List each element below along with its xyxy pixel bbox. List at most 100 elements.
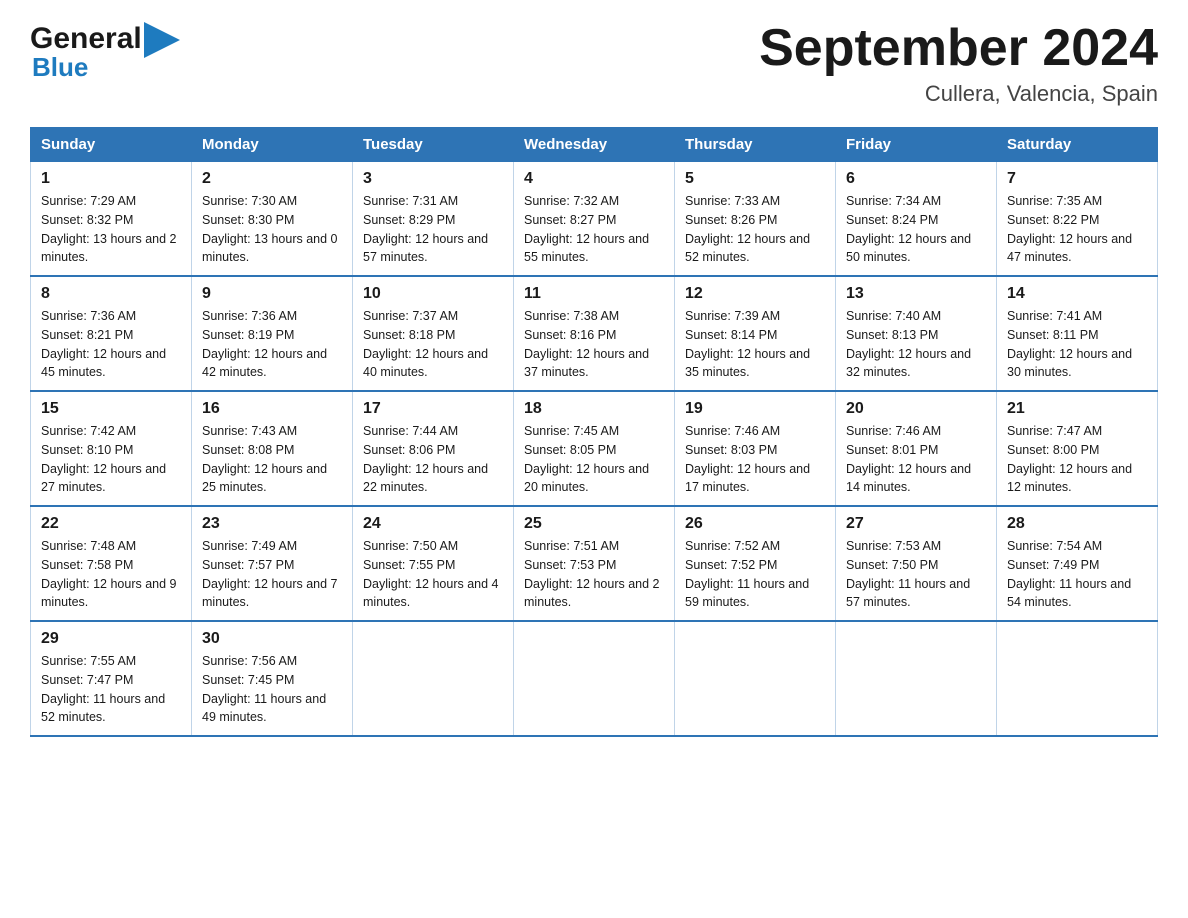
calendar-day-cell: 7 Sunrise: 7:35 AMSunset: 8:22 PMDaylight… [997, 162, 1158, 277]
calendar-day-cell [836, 621, 997, 736]
day-info: Sunrise: 7:47 AMSunset: 8:00 PMDaylight:… [1007, 422, 1147, 497]
calendar-header-row: SundayMondayTuesdayWednesdayThursdayFrid… [31, 128, 1158, 162]
calendar-week-row: 29 Sunrise: 7:55 AMSunset: 7:47 PMDayligh… [31, 621, 1158, 736]
calendar-day-cell: 28 Sunrise: 7:54 AMSunset: 7:49 PMDayligh… [997, 506, 1158, 621]
column-header-tuesday: Tuesday [353, 128, 514, 162]
day-number: 14 [1007, 285, 1147, 303]
calendar-day-cell: 24 Sunrise: 7:50 AMSunset: 7:55 PMDayligh… [353, 506, 514, 621]
day-number: 19 [685, 400, 825, 418]
day-info: Sunrise: 7:31 AMSunset: 8:29 PMDaylight:… [363, 192, 503, 267]
calendar-day-cell: 16 Sunrise: 7:43 AMSunset: 8:08 PMDayligh… [192, 391, 353, 506]
column-header-thursday: Thursday [675, 128, 836, 162]
calendar-table: SundayMondayTuesdayWednesdayThursdayFrid… [30, 127, 1158, 737]
day-number: 7 [1007, 170, 1147, 188]
day-info: Sunrise: 7:40 AMSunset: 8:13 PMDaylight:… [846, 307, 986, 382]
day-info: Sunrise: 7:48 AMSunset: 7:58 PMDaylight:… [41, 537, 181, 612]
day-number: 3 [363, 170, 503, 188]
calendar-day-cell: 26Sunrise: 7:52 AMSunset: 7:52 PMDayligh… [675, 506, 836, 621]
day-info: Sunrise: 7:54 AMSunset: 7:49 PMDaylight:… [1007, 537, 1147, 612]
calendar-day-cell: 13 Sunrise: 7:40 AMSunset: 8:13 PMDayligh… [836, 276, 997, 391]
day-info: Sunrise: 7:55 AMSunset: 7:47 PMDaylight:… [41, 652, 181, 727]
day-number: 11 [524, 285, 664, 303]
calendar-day-cell: 18 Sunrise: 7:45 AMSunset: 8:05 PMDayligh… [514, 391, 675, 506]
calendar-day-cell: 23Sunrise: 7:49 AMSunset: 7:57 PMDayligh… [192, 506, 353, 621]
day-info: Sunrise: 7:30 AMSunset: 8:30 PMDaylight:… [202, 192, 342, 267]
logo-arrow-icon [144, 22, 180, 58]
day-number: 29 [41, 630, 181, 648]
calendar-day-cell: 6 Sunrise: 7:34 AMSunset: 8:24 PMDaylight… [836, 162, 997, 277]
day-number: 25 [524, 515, 664, 533]
day-info: Sunrise: 7:44 AMSunset: 8:06 PMDaylight:… [363, 422, 503, 497]
day-number: 9 [202, 285, 342, 303]
calendar-day-cell: 11 Sunrise: 7:38 AMSunset: 8:16 PMDayligh… [514, 276, 675, 391]
day-info: Sunrise: 7:52 AMSunset: 7:52 PMDaylight:… [685, 537, 825, 612]
calendar-day-cell: 12Sunrise: 7:39 AMSunset: 8:14 PMDayligh… [675, 276, 836, 391]
day-info: Sunrise: 7:29 AMSunset: 8:32 PMDaylight:… [41, 192, 181, 267]
day-info: Sunrise: 7:35 AMSunset: 8:22 PMDaylight:… [1007, 192, 1147, 267]
day-info: Sunrise: 7:46 AMSunset: 8:03 PMDaylight:… [685, 422, 825, 497]
day-number: 15 [41, 400, 181, 418]
calendar-day-cell: 30Sunrise: 7:56 AMSunset: 7:45 PMDayligh… [192, 621, 353, 736]
calendar-day-cell: 20 Sunrise: 7:46 AMSunset: 8:01 PMDayligh… [836, 391, 997, 506]
day-number: 17 [363, 400, 503, 418]
day-number: 20 [846, 400, 986, 418]
day-info: Sunrise: 7:37 AMSunset: 8:18 PMDaylight:… [363, 307, 503, 382]
page-title: September 2024 [759, 20, 1158, 77]
day-info: Sunrise: 7:42 AMSunset: 8:10 PMDaylight:… [41, 422, 181, 497]
calendar-week-row: 15 Sunrise: 7:42 AMSunset: 8:10 PMDayligh… [31, 391, 1158, 506]
day-info: Sunrise: 7:38 AMSunset: 8:16 PMDaylight:… [524, 307, 664, 382]
day-number: 1 [41, 170, 181, 188]
column-header-wednesday: Wednesday [514, 128, 675, 162]
calendar-day-cell [997, 621, 1158, 736]
calendar-day-cell: 19 Sunrise: 7:46 AMSunset: 8:03 PMDayligh… [675, 391, 836, 506]
day-info: Sunrise: 7:36 AMSunset: 8:19 PMDaylight:… [202, 307, 342, 382]
day-number: 13 [846, 285, 986, 303]
column-header-sunday: Sunday [31, 128, 192, 162]
calendar-day-cell: 9 Sunrise: 7:36 AMSunset: 8:19 PMDaylight… [192, 276, 353, 391]
day-info: Sunrise: 7:41 AMSunset: 8:11 PMDaylight:… [1007, 307, 1147, 382]
day-info: Sunrise: 7:45 AMSunset: 8:05 PMDaylight:… [524, 422, 664, 497]
day-info: Sunrise: 7:34 AMSunset: 8:24 PMDaylight:… [846, 192, 986, 267]
calendar-day-cell: 21 Sunrise: 7:47 AMSunset: 8:00 PMDayligh… [997, 391, 1158, 506]
day-info: Sunrise: 7:32 AMSunset: 8:27 PMDaylight:… [524, 192, 664, 267]
column-header-saturday: Saturday [997, 128, 1158, 162]
calendar-week-row: 22 Sunrise: 7:48 AMSunset: 7:58 PMDayligh… [31, 506, 1158, 621]
title-block: September 2024 Cullera, Valencia, Spain [759, 20, 1158, 107]
day-info: Sunrise: 7:36 AMSunset: 8:21 PMDaylight:… [41, 307, 181, 382]
day-info: Sunrise: 7:56 AMSunset: 7:45 PMDaylight:… [202, 652, 342, 727]
calendar-day-cell: 8 Sunrise: 7:36 AMSunset: 8:21 PMDaylight… [31, 276, 192, 391]
day-number: 18 [524, 400, 664, 418]
calendar-week-row: 1 Sunrise: 7:29 AMSunset: 8:32 PMDaylight… [31, 162, 1158, 277]
day-number: 24 [363, 515, 503, 533]
day-number: 21 [1007, 400, 1147, 418]
page-header: General Blue September 2024 Cullera, Val… [30, 20, 1158, 107]
column-header-monday: Monday [192, 128, 353, 162]
calendar-day-cell: 3 Sunrise: 7:31 AMSunset: 8:29 PMDaylight… [353, 162, 514, 277]
logo: General Blue [30, 20, 180, 83]
day-info: Sunrise: 7:46 AMSunset: 8:01 PMDaylight:… [846, 422, 986, 497]
calendar-day-cell: 22 Sunrise: 7:48 AMSunset: 7:58 PMDayligh… [31, 506, 192, 621]
calendar-day-cell: 17 Sunrise: 7:44 AMSunset: 8:06 PMDayligh… [353, 391, 514, 506]
calendar-day-cell: 27Sunrise: 7:53 AMSunset: 7:50 PMDayligh… [836, 506, 997, 621]
day-number: 28 [1007, 515, 1147, 533]
calendar-day-cell: 2Sunrise: 7:30 AMSunset: 8:30 PMDaylight… [192, 162, 353, 277]
calendar-day-cell [514, 621, 675, 736]
day-number: 16 [202, 400, 342, 418]
day-number: 5 [685, 170, 825, 188]
day-info: Sunrise: 7:50 AMSunset: 7:55 PMDaylight:… [363, 537, 503, 612]
calendar-day-cell: 14 Sunrise: 7:41 AMSunset: 8:11 PMDayligh… [997, 276, 1158, 391]
day-number: 22 [41, 515, 181, 533]
calendar-day-cell: 10 Sunrise: 7:37 AMSunset: 8:18 PMDayligh… [353, 276, 514, 391]
logo-general-text: General [30, 22, 142, 56]
day-number: 6 [846, 170, 986, 188]
day-number: 4 [524, 170, 664, 188]
calendar-day-cell: 25 Sunrise: 7:51 AMSunset: 7:53 PMDayligh… [514, 506, 675, 621]
day-number: 8 [41, 285, 181, 303]
column-header-friday: Friday [836, 128, 997, 162]
day-info: Sunrise: 7:53 AMSunset: 7:50 PMDaylight:… [846, 537, 986, 612]
page-subtitle: Cullera, Valencia, Spain [759, 81, 1158, 107]
day-info: Sunrise: 7:51 AMSunset: 7:53 PMDaylight:… [524, 537, 664, 612]
day-number: 12 [685, 285, 825, 303]
day-number: 10 [363, 285, 503, 303]
day-info: Sunrise: 7:43 AMSunset: 8:08 PMDaylight:… [202, 422, 342, 497]
